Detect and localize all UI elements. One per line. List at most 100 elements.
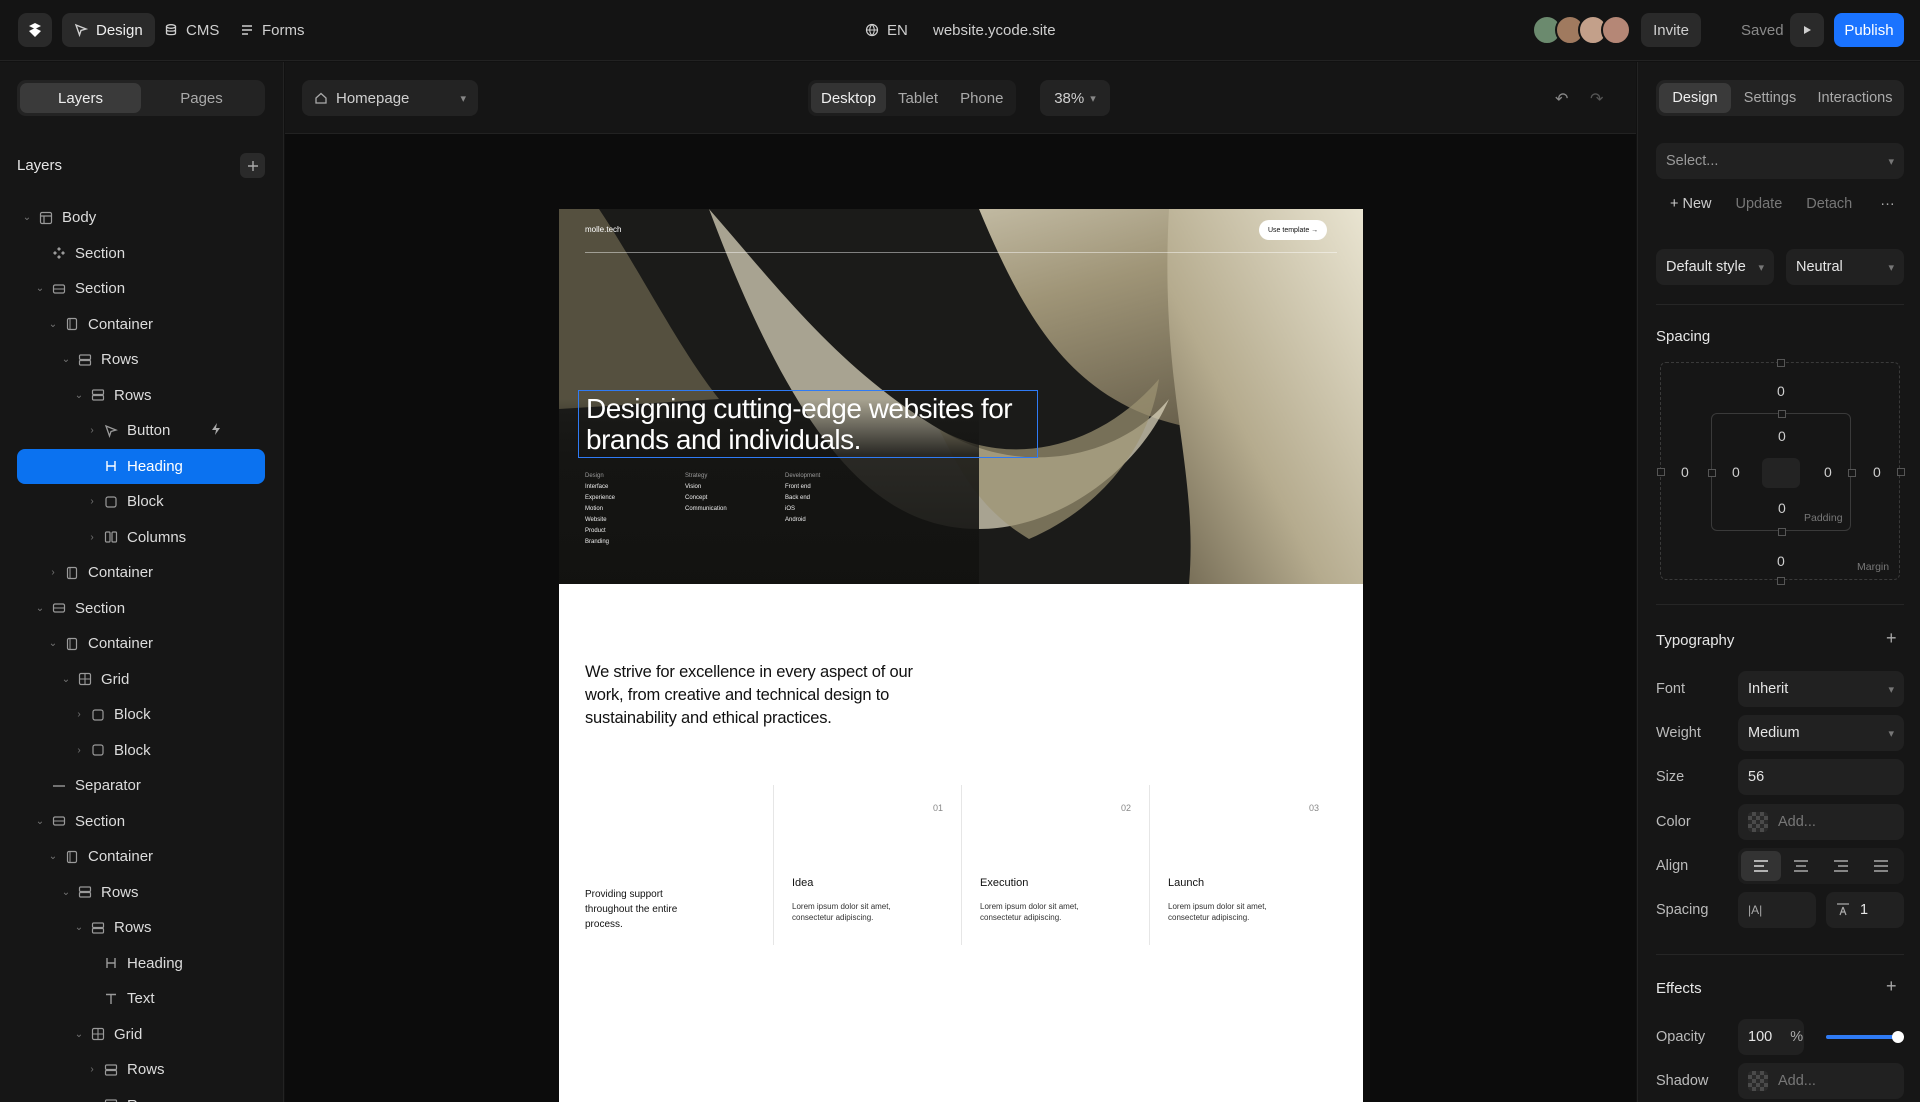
language-selector[interactable]: EN: [865, 13, 908, 47]
theme-select[interactable]: Neutral ▾: [1786, 249, 1904, 285]
layer-item-block[interactable]: › Block: [17, 697, 265, 733]
hero-section[interactable]: molle.tech Use template → Designing cutt…: [559, 209, 1363, 584]
step-card[interactable]: 01 Idea Lorem ipsum dolor sit amet, cons…: [773, 785, 961, 945]
layer-item-rows[interactable]: ⌄ Rows: [17, 875, 265, 911]
padding-right-handle[interactable]: [1848, 469, 1856, 477]
add-layer-button[interactable]: [240, 153, 265, 178]
tab-settings[interactable]: Settings: [1731, 83, 1809, 113]
tab-pages[interactable]: Pages: [141, 83, 262, 113]
align-right-button[interactable]: [1821, 851, 1861, 881]
padding-top-handle[interactable]: [1778, 410, 1786, 418]
chevron-down-icon[interactable]: ⌄: [60, 887, 72, 898]
margin-right-value[interactable]: 0: [1873, 464, 1881, 480]
letter-spacing-input[interactable]: |A|: [1738, 892, 1816, 928]
nav-forms-button[interactable]: Forms: [228, 13, 317, 47]
invite-button[interactable]: Invite: [1641, 13, 1701, 47]
device-phone[interactable]: Phone: [950, 83, 1013, 113]
padding-left-value[interactable]: 0: [1732, 464, 1740, 480]
use-template-button[interactable]: Use template →: [1259, 220, 1328, 240]
device-tablet[interactable]: Tablet: [888, 83, 948, 113]
layer-item-container[interactable]: ⌄ Container: [17, 839, 265, 875]
align-left-button[interactable]: [1741, 851, 1781, 881]
hero-heading[interactable]: Designing cutting-edge websites for bran…: [578, 390, 1038, 458]
site-url-link[interactable]: website.ycode.site: [933, 13, 1056, 47]
layer-item-rows[interactable]: ›Rows: [17, 1088, 265, 1102]
chevron-right-icon[interactable]: ›: [86, 532, 98, 543]
page-selector[interactable]: Homepage ▾: [302, 80, 478, 116]
size-input[interactable]: 56: [1738, 759, 1904, 795]
layer-item-container[interactable]: › Container: [17, 555, 265, 591]
align-center-button[interactable]: [1781, 851, 1821, 881]
layer-item-heading[interactable]: Heading: [17, 448, 265, 484]
line-height-input[interactable]: 1: [1826, 892, 1904, 928]
layer-item-section[interactable]: Section: [17, 236, 265, 272]
device-desktop[interactable]: Desktop: [811, 83, 887, 113]
support-block[interactable]: Providing support throughout the entire …: [585, 785, 773, 945]
layer-item-section[interactable]: ⌄ Section: [17, 591, 265, 627]
chevron-right-icon[interactable]: ›: [86, 1064, 98, 1075]
margin-top-handle[interactable]: [1777, 359, 1785, 367]
layer-item-rows[interactable]: ›Rows: [17, 1052, 265, 1088]
margin-top-value[interactable]: 0: [1777, 383, 1785, 399]
margin-left-value[interactable]: 0: [1681, 464, 1689, 480]
layer-item-grid[interactable]: ⌄ Grid: [17, 662, 265, 698]
margin-left-handle[interactable]: [1657, 468, 1665, 476]
margin-bottom-value[interactable]: 0: [1777, 553, 1785, 569]
chevron-down-icon[interactable]: ⌄: [47, 851, 59, 862]
nav-cms-button[interactable]: CMS: [152, 13, 231, 47]
chevron-down-icon[interactable]: ⌄: [21, 212, 33, 223]
margin-right-handle[interactable]: [1897, 468, 1905, 476]
layer-item-columns[interactable]: › Columns: [17, 520, 265, 556]
layer-item-rows[interactable]: ⌄ Rows: [17, 342, 265, 378]
tab-interactions[interactable]: Interactions: [1809, 83, 1901, 113]
detach-style-button[interactable]: Detach: [1806, 196, 1852, 212]
ycode-logo-button[interactable]: [18, 13, 52, 47]
margin-bottom-handle[interactable]: [1777, 577, 1785, 585]
layer-item-text[interactable]: Text: [17, 981, 265, 1017]
chevron-right-icon[interactable]: ›: [86, 425, 98, 436]
style-select[interactable]: Select... ▾: [1656, 143, 1904, 179]
padding-right-value[interactable]: 0: [1824, 464, 1832, 480]
nav-design-button[interactable]: Design: [62, 13, 155, 47]
step-card[interactable]: 03 Launch Lorem ipsum dolor sit amet, co…: [1149, 785, 1337, 945]
preview-button[interactable]: [1790, 13, 1824, 47]
shadow-picker[interactable]: Add...: [1738, 1063, 1904, 1099]
chevron-down-icon[interactable]: ⌄: [60, 354, 72, 365]
padding-left-handle[interactable]: [1708, 469, 1716, 477]
add-effect-icon[interactable]: +: [1886, 976, 1897, 997]
chevron-down-icon[interactable]: ⌄: [73, 922, 85, 933]
layer-item-block[interactable]: › Block: [17, 484, 265, 520]
collaborator-avatars[interactable]: [1532, 15, 1631, 45]
align-justify-button[interactable]: [1861, 851, 1901, 881]
chevron-down-icon[interactable]: ⌄: [34, 283, 46, 294]
chevron-right-icon[interactable]: ›: [86, 496, 98, 507]
design-canvas[interactable]: molle.tech Use template → Designing cutt…: [285, 134, 1636, 1102]
layer-item-button[interactable]: › Button: [17, 413, 265, 449]
update-style-button[interactable]: Update: [1736, 196, 1783, 212]
weight-select[interactable]: Medium ▾: [1738, 715, 1904, 751]
chevron-right-icon[interactable]: ›: [73, 709, 85, 720]
layer-item-rows[interactable]: ⌄ Rows: [17, 378, 265, 414]
avatar[interactable]: [1601, 15, 1631, 45]
tab-layers[interactable]: Layers: [20, 83, 141, 113]
site-logo[interactable]: molle.tech: [585, 225, 621, 234]
zoom-selector[interactable]: 38% ▾: [1040, 80, 1110, 116]
opacity-slider[interactable]: [1826, 1031, 1904, 1043]
chevron-right-icon[interactable]: ›: [73, 745, 85, 756]
layer-item-body[interactable]: ⌄ Body: [17, 200, 265, 236]
more-options-icon[interactable]: ···: [1880, 196, 1895, 212]
layer-item-grid[interactable]: ⌄ Grid: [17, 1017, 265, 1053]
opacity-slider-handle[interactable]: [1892, 1031, 1904, 1043]
chevron-down-icon[interactable]: ⌄: [47, 638, 59, 649]
padding-bottom-value[interactable]: 0: [1778, 500, 1786, 516]
redo-icon[interactable]: ↷: [1590, 89, 1603, 109]
publish-button[interactable]: Publish: [1834, 13, 1904, 47]
layer-item-rows[interactable]: ⌄ Rows: [17, 910, 265, 946]
step-card[interactable]: 02 Execution Lorem ipsum dolor sit amet,…: [961, 785, 1149, 945]
padding-top-value[interactable]: 0: [1778, 428, 1786, 444]
tab-design[interactable]: Design: [1659, 83, 1731, 113]
add-typography-icon[interactable]: +: [1886, 628, 1897, 649]
font-select[interactable]: Inherit ▾: [1738, 671, 1904, 707]
layer-item-separator[interactable]: Separator: [17, 768, 265, 804]
layer-item-section[interactable]: ⌄ Section: [17, 271, 265, 307]
